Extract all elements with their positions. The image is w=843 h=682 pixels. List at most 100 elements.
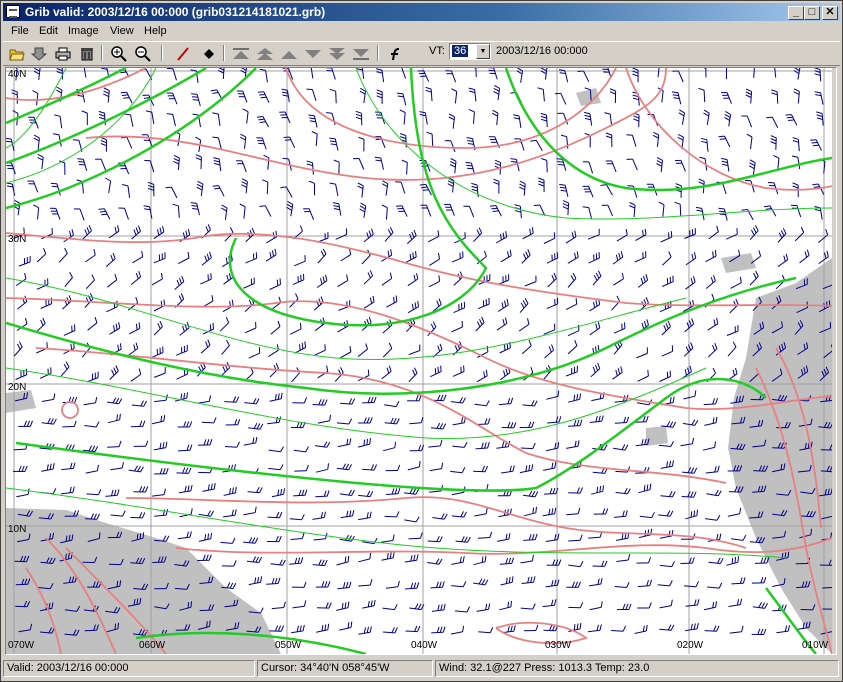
wind-barb — [685, 252, 697, 266]
function-icon[interactable] — [385, 44, 405, 63]
chevron-down-icon[interactable]: ▼ — [476, 44, 490, 59]
wind-barb — [87, 316, 98, 331]
app-icon[interactable] — [6, 5, 20, 18]
wind-barb — [312, 399, 328, 406]
wind-barb — [166, 113, 176, 127]
wind-barb — [41, 393, 56, 402]
minimize-button[interactable]: _ — [788, 6, 804, 20]
wind-barb — [83, 396, 98, 406]
wind-barb — [395, 205, 408, 217]
wind-barb — [477, 531, 493, 539]
print-icon[interactable] — [53, 44, 73, 63]
wind-barb — [451, 511, 467, 518]
wind-barb — [727, 507, 742, 517]
maximize-button[interactable]: □ — [804, 6, 820, 20]
wind-barb — [359, 202, 367, 218]
menu-edit[interactable]: Edit — [39, 25, 58, 37]
wind-barb — [281, 88, 290, 103]
wind-barb — [266, 230, 278, 244]
wind-barb — [407, 460, 421, 471]
wind-barb — [131, 225, 141, 240]
wind-barb — [36, 248, 47, 263]
wind-barb — [582, 161, 594, 174]
wind-barb — [335, 228, 348, 240]
menu-file[interactable]: File — [11, 25, 29, 37]
title-bar[interactable]: Grib valid: 2003/12/16 00:000 (grib03121… — [3, 3, 840, 21]
wind-barb — [166, 92, 178, 105]
weather-map-canvas[interactable]: 40N 30N 20N 10N 070W 060W 050W 040W 030W 020W 010… — [6, 68, 836, 654]
wind-barb — [520, 603, 536, 610]
menu-help[interactable]: Help — [144, 25, 167, 37]
wind-barb — [82, 225, 92, 240]
wind-barb — [269, 278, 281, 290]
wind-barb — [616, 553, 631, 562]
bottom-icon[interactable] — [351, 44, 371, 63]
wind-barb — [721, 157, 730, 172]
wind-barb — [316, 274, 328, 289]
wind-barb — [522, 400, 538, 407]
wind-barb — [604, 112, 613, 127]
wind-barb — [450, 397, 466, 404]
wind-barb — [202, 295, 214, 308]
weather-map[interactable]: 40N 30N 20N 10N 070W 060W 050W 040W 030W 020W 010… — [5, 67, 837, 655]
waypoint-icon[interactable] — [199, 44, 219, 63]
top-icon[interactable] — [231, 44, 251, 63]
close-button[interactable]: ✕ — [822, 6, 838, 20]
wind-barb — [291, 367, 300, 383]
down-fast-icon[interactable] — [327, 44, 347, 63]
map-scrollbar[interactable] — [832, 68, 836, 654]
wind-barb — [730, 276, 742, 289]
open-folder-icon[interactable] — [7, 44, 27, 63]
wind-barb — [56, 68, 63, 80]
save-icon[interactable] — [29, 44, 49, 63]
wind-barb — [430, 365, 442, 378]
wind-barb — [499, 600, 512, 611]
wind-barb — [659, 370, 671, 382]
wind-barb — [176, 467, 192, 474]
delete-icon[interactable] — [77, 44, 97, 63]
wind-barb — [661, 345, 674, 357]
zoom-out-icon[interactable] — [133, 44, 153, 63]
wind-barb — [431, 626, 446, 634]
wind-barb — [636, 347, 648, 359]
wind-barb — [567, 272, 577, 288]
wind-barb — [451, 320, 463, 333]
wind-barb — [268, 446, 284, 453]
isobar — [61, 401, 79, 419]
wind-barb — [223, 509, 237, 518]
wind-barb — [294, 341, 307, 354]
wind-barb — [626, 158, 638, 171]
wind-barb — [404, 516, 420, 523]
wind-barb — [308, 180, 315, 196]
menu-image[interactable]: Image — [68, 25, 99, 37]
longitude-label: 010W — [802, 640, 829, 651]
wind-barb — [173, 154, 180, 171]
wind-barb — [292, 273, 305, 286]
wind-barb — [501, 465, 515, 474]
wind-barb — [41, 417, 57, 425]
wind-barb — [582, 206, 593, 220]
up-icon[interactable] — [279, 44, 299, 63]
vt-dropdown[interactable]: 36 ▼ — [449, 43, 491, 60]
wind-barb — [496, 317, 508, 331]
wind-barb — [127, 342, 139, 357]
wind-barb — [429, 462, 444, 472]
up-fast-icon[interactable] — [255, 44, 275, 63]
wind-barb — [358, 136, 365, 152]
wind-barb — [409, 444, 425, 452]
wind-barb — [685, 276, 696, 290]
wind-barb — [329, 88, 337, 104]
wind-barb — [792, 137, 800, 152]
menu-view[interactable]: View — [110, 25, 134, 37]
wind-barb — [518, 318, 530, 332]
down-icon[interactable] — [303, 44, 323, 63]
draw-line-icon[interactable] — [173, 44, 193, 63]
wind-barb — [198, 510, 215, 517]
wind-barb — [306, 160, 314, 175]
wind-barb — [303, 208, 315, 220]
zoom-in-icon[interactable] — [109, 44, 129, 63]
wind-barb — [357, 438, 371, 448]
wind-barb — [286, 200, 294, 217]
wind-barb — [81, 110, 88, 126]
wind-barb — [463, 205, 475, 218]
